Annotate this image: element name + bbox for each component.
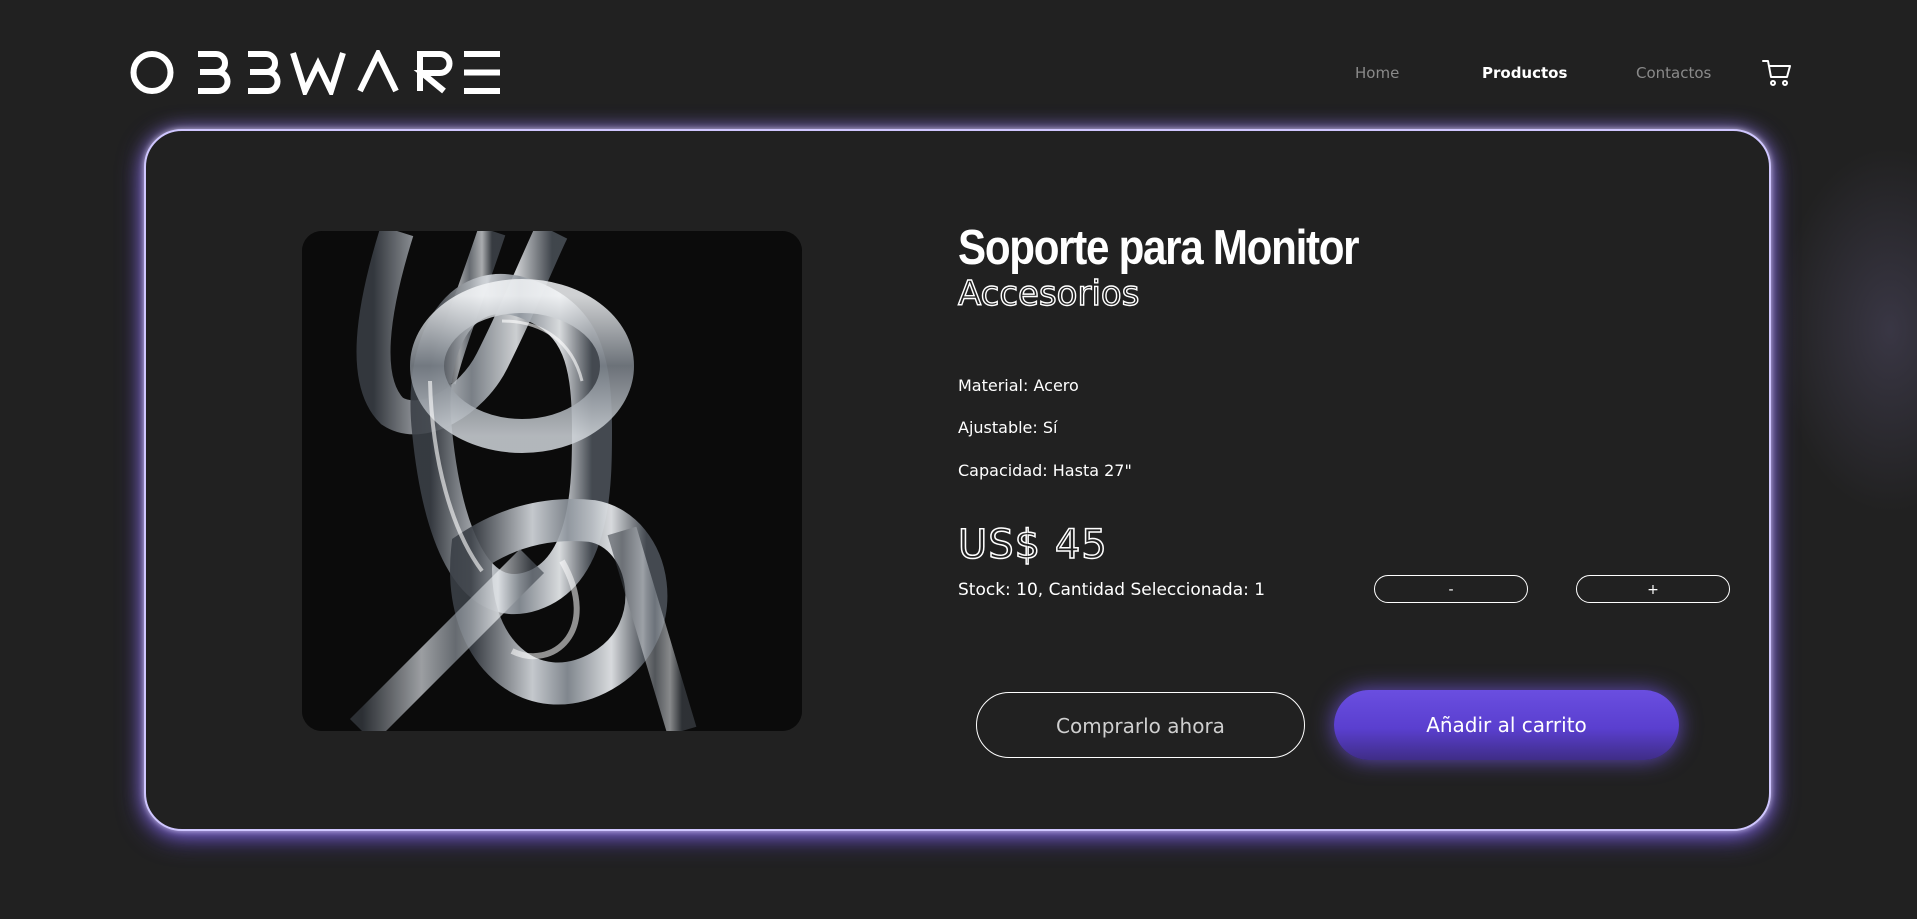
spec-material: Material: Acero bbox=[958, 376, 1079, 395]
stock-status: Stock: 10, Cantidad Seleccionada: 1 bbox=[958, 580, 1266, 600]
product-page: Home Productos Contactos Soporte para Mo… bbox=[0, 0, 1917, 919]
spec-ajustable: Ajustable: Sí bbox=[958, 418, 1058, 437]
product-price: US$ 45 bbox=[957, 521, 1108, 569]
spec-capacidad: Capacidad: Hasta 27" bbox=[958, 461, 1132, 480]
shopping-cart-icon[interactable] bbox=[1762, 59, 1792, 87]
nav-home[interactable]: Home bbox=[1355, 64, 1399, 82]
buy-now-button[interactable]: Comprarlo ahora bbox=[976, 692, 1305, 758]
nav-productos[interactable]: Productos bbox=[1482, 64, 1567, 82]
quantity-decrement-button[interactable]: - bbox=[1374, 575, 1528, 603]
add-to-cart-button[interactable]: Añadir al carrito bbox=[1334, 690, 1679, 760]
product-category: Accesorios bbox=[957, 273, 1140, 314]
brand-logo-mark bbox=[130, 50, 500, 95]
quantity-increment-button[interactable]: + bbox=[1576, 575, 1730, 603]
product-image bbox=[302, 231, 802, 731]
glass-chain-image bbox=[302, 231, 802, 731]
nav-contactos[interactable]: Contactos bbox=[1636, 64, 1711, 82]
product-title: Soporte para Monitor bbox=[958, 221, 1360, 275]
brand-logo[interactable] bbox=[130, 50, 502, 95]
